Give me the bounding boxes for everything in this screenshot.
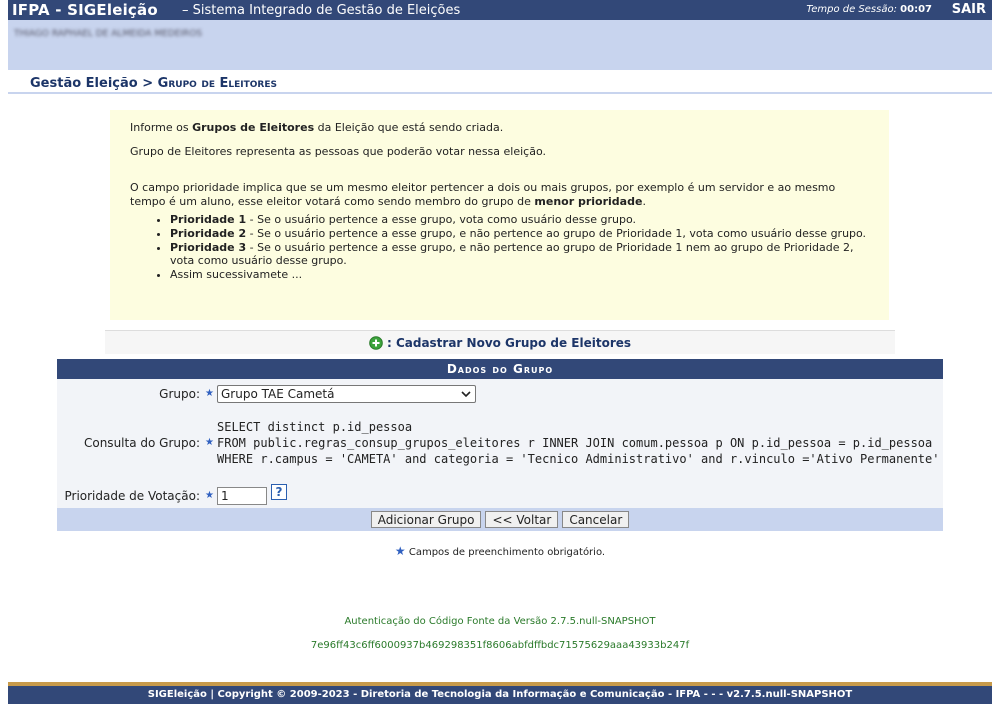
priority-item-title: Prioridade 2 xyxy=(170,227,247,240)
chevron-down-icon xyxy=(461,386,471,405)
breadcrumb: Gestão Eleição > Grupo de Eleitores xyxy=(8,70,992,94)
add-group-link[interactable]: : Cadastrar Novo Grupo de Eleitores xyxy=(387,336,631,350)
logout-link[interactable]: SAIR xyxy=(952,2,986,17)
query-line: SELECT distinct p.id_pessoa xyxy=(217,420,413,434)
priority-item-text: Assim sucessivamete ... xyxy=(170,268,303,281)
session-value: 00:07 xyxy=(900,4,932,15)
priority-item-title: Prioridade 3 xyxy=(170,241,247,254)
action-bar: : Cadastrar Novo Grupo de Eleitores xyxy=(105,330,895,354)
form-buttons: Adicionar Grupo << Voltar Cancelar xyxy=(57,508,943,531)
info-intro-suffix: da Eleição que está sendo criada. xyxy=(314,121,504,134)
required-star-icon: ★ xyxy=(205,490,214,501)
breadcrumb-section: Gestão Eleição xyxy=(30,76,138,91)
auth-hash: 7e96ff43c6ff6000937b469298351f8606abfdff… xyxy=(310,640,690,651)
priority-list-item: Assim sucessivamete ... xyxy=(170,268,869,281)
query-label: Consulta do Grupo: xyxy=(83,436,200,450)
query-line: FROM public.regras_consup_grupos_eleitor… xyxy=(217,436,933,450)
info-intro-bold: Grupos de Eleitores xyxy=(192,121,315,134)
top-header-bar: IFPA - SIGEleição – Sistema Integrado de… xyxy=(8,0,992,20)
priority-input[interactable]: 1 xyxy=(217,487,267,505)
query-line: WHERE r.campus = 'CAMETA' and categoria … xyxy=(217,452,940,466)
help-icon[interactable]: ? xyxy=(271,484,287,500)
info-definition: Grupo de Eleitores representa as pessoas… xyxy=(130,145,546,158)
info-intro: Informe os Grupos de Eleitores da Eleiçã… xyxy=(130,121,869,135)
add-circle-icon[interactable] xyxy=(369,335,383,350)
app-subtitle: – Sistema Integrado de Gestão de Eleiçõe… xyxy=(182,3,461,18)
session-timer: Tempo de Sessão: 00:07 xyxy=(806,4,932,15)
priority-label: Prioridade de Votação: xyxy=(64,489,200,503)
group-select[interactable]: Grupo TAE Cametá xyxy=(217,385,476,403)
priority-item-title: Prioridade 1 xyxy=(170,213,247,226)
priority-list-item: Prioridade 2 - Se o usuário pertence a e… xyxy=(170,227,869,240)
app-name: IFPA - SIGEleição xyxy=(12,1,158,19)
footer: SIGEleição | Copyright © 2009-2023 - Dir… xyxy=(8,682,992,704)
priority-list-item: Prioridade 3 - Se o usuário pertence a e… xyxy=(170,241,869,267)
cancel-button[interactable]: Cancelar xyxy=(562,511,630,528)
required-star-icon: ★ xyxy=(394,544,406,558)
info-priority-bold: menor prioridade xyxy=(534,195,643,208)
priority-item-text: - Se o usuário pertence a esse grupo, vo… xyxy=(246,213,637,226)
back-button[interactable]: << Voltar xyxy=(485,511,559,528)
query-text: SELECT distinct p.id_pessoa FROM public.r… xyxy=(217,419,939,467)
breadcrumb-page: Grupo de Eleitores xyxy=(157,76,277,91)
info-intro-prefix: Informe os xyxy=(130,121,193,134)
required-note-text: Campos de preenchimento obrigatório. xyxy=(408,547,606,558)
priority-item-text: - Se o usuário pertence a esse grupo, e … xyxy=(170,241,854,267)
required-star-icon: ★ xyxy=(205,437,214,448)
form-title: Dados do Grupo xyxy=(57,359,943,379)
info-priority-text: O campo prioridade implica que se um mes… xyxy=(130,181,869,209)
required-note: ★ Campos de preenchimento obrigatório. xyxy=(0,544,1000,558)
session-label: Tempo de Sessão: xyxy=(806,4,897,15)
user-info-bar: THIAGO RAPHAEL DE ALMEIDA MEDEIROS xyxy=(8,20,992,70)
priority-list-item: Prioridade 1 - Se o usuário pertence a e… xyxy=(170,213,869,226)
auth-label: Autenticação do Código Fonte da Versão 2… xyxy=(344,616,656,627)
page-title: Gestão Eleição > Grupo de Eleitores xyxy=(30,76,277,91)
info-priority-body: O campo prioridade implica que se um mes… xyxy=(130,181,836,208)
group-label: Grupo: xyxy=(159,387,200,401)
user-name: THIAGO RAPHAEL DE ALMEIDA MEDEIROS xyxy=(14,29,203,39)
priority-item-text: - Se o usuário pertence a esse grupo, e … xyxy=(246,227,867,240)
info-priority-end: . xyxy=(642,195,646,208)
breadcrumb-separator: > xyxy=(142,76,154,91)
priority-list: Prioridade 1 - Se o usuário pertence a e… xyxy=(130,213,869,281)
group-form: Dados do Grupo Grupo: ★ Grupo TAE Cametá… xyxy=(57,359,943,531)
info-panel: Informe os Grupos de Eleitores da Eleiçã… xyxy=(110,110,889,320)
required-star-icon: ★ xyxy=(205,388,214,399)
group-select-value: Grupo TAE Cametá xyxy=(221,387,335,401)
add-group-button[interactable]: Adicionar Grupo xyxy=(370,511,482,528)
